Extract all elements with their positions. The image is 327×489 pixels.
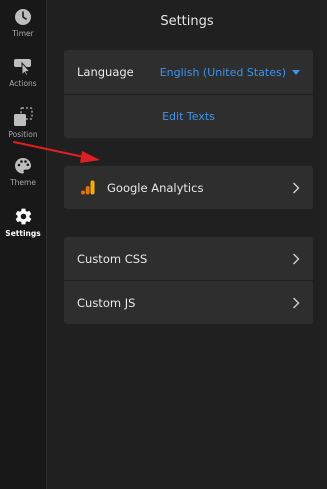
google-analytics-icon — [81, 180, 95, 195]
clock-icon — [15, 9, 31, 25]
sidebar-item-label: Position — [8, 130, 38, 139]
sidebar-item-actions[interactable]: Actions — [0, 58, 46, 88]
google-analytics-label: Google Analytics — [107, 180, 204, 195]
chevron-right-icon — [293, 253, 300, 264]
gear-icon — [15, 208, 31, 225]
custom-css-label: Custom CSS — [77, 251, 148, 266]
edit-texts-row: Edit Texts — [64, 95, 313, 138]
edit-texts-link[interactable]: Edit Texts — [77, 110, 300, 123]
language-label: Language — [77, 65, 134, 79]
sidebar-item-theme[interactable]: Theme — [0, 157, 46, 187]
custom-js-label: Custom JS — [77, 295, 136, 310]
chevron-right-icon — [293, 182, 300, 193]
caret-down-icon — [292, 69, 300, 75]
sidebar-item-label: Settings — [5, 229, 41, 238]
sidebar-item-position[interactable]: Position — [0, 107, 46, 139]
position-icon — [14, 107, 33, 126]
language-select[interactable]: English (United States) — [160, 66, 300, 79]
sidebar-item-timer[interactable]: Timer — [0, 8, 46, 38]
custom-js-row[interactable]: Custom JS — [64, 281, 313, 324]
sidebar-item-label: Timer — [12, 29, 34, 38]
sidebar: Timer Actions Position Theme Settings — [0, 0, 47, 489]
settings-panel: Settings Language English (United States… — [47, 0, 327, 489]
general-settings-card: Language English (United States) Edit Te… — [64, 50, 313, 138]
chevron-right-icon — [293, 297, 300, 308]
custom-css-row[interactable]: Custom CSS — [64, 237, 313, 280]
google-analytics-row[interactable]: Google Analytics — [64, 166, 313, 209]
integrations-card: Google Analytics — [64, 166, 313, 209]
sidebar-item-label: Theme — [10, 178, 36, 187]
sidebar-item-label: Actions — [9, 79, 37, 88]
language-value: English (United States) — [159, 65, 286, 79]
cursor-click-icon — [14, 59, 31, 76]
sidebar-item-settings[interactable]: Settings — [0, 207, 46, 238]
palette-icon — [15, 158, 31, 174]
language-row: Language English (United States) — [64, 50, 313, 94]
custom-code-card: Custom CSS Custom JS — [64, 237, 313, 324]
page-title: Settings — [160, 14, 214, 29]
